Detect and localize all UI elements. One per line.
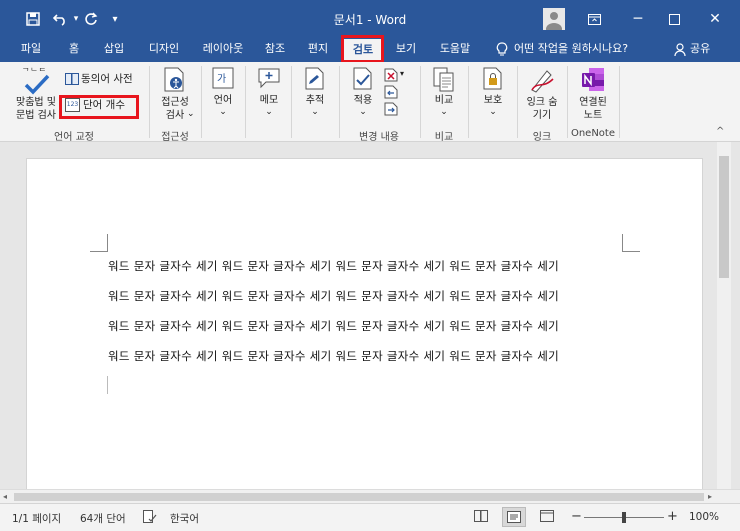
spelling-grammar-button[interactable]: 맞춤법 및 문법 검사 <box>12 64 60 126</box>
linked-notes-label-2: 노트 <box>583 110 603 121</box>
check-accessibility-button[interactable]: 접근성 검사 ⌄ <box>153 64 197 126</box>
onenote-group-label: OneNote <box>570 128 616 139</box>
tab-insert[interactable]: 삽입 <box>96 38 132 62</box>
chevron-down-icon: ⌄ <box>440 107 448 117</box>
word-count-highlight <box>59 95 139 119</box>
thesaurus-label: 동의어 사전 <box>81 73 133 85</box>
next-change-icon[interactable] <box>384 102 398 119</box>
tab-layout[interactable]: 레이아웃 <box>196 38 250 62</box>
group-separator <box>468 66 469 138</box>
text-cursor <box>107 376 108 394</box>
hide-ink-label-1: 잉크 숨 <box>526 97 558 108</box>
document-paragraph[interactable]: 워드 문자 글자수 세기 워드 문자 글자수 세기 워드 문자 글자수 세기 워… <box>108 288 559 304</box>
tab-references[interactable]: 참조 <box>258 38 292 62</box>
close-button[interactable]: ✕ <box>703 7 727 31</box>
comment-icon <box>258 67 280 92</box>
lock-document-icon <box>482 67 504 94</box>
spelling-label-1: 맞춤법 및 <box>16 97 56 108</box>
proofing-group-label: 언어 교정 <box>54 132 94 143</box>
vertical-scroll-thumb[interactable] <box>719 156 729 278</box>
tab-home[interactable]: 홈 <box>60 38 88 62</box>
chevron-down-icon[interactable]: ▾ <box>400 69 404 78</box>
chevron-down-icon: ⌄ <box>311 107 319 117</box>
zoom-slider-thumb[interactable] <box>622 512 626 523</box>
language-button[interactable]: 가 언어 ⌄ <box>206 64 240 126</box>
tab-file[interactable]: 파일 <box>14 38 48 62</box>
track-changes-icon <box>304 67 326 94</box>
hide-ink-button[interactable]: 잉크 숨 기기 <box>520 64 564 126</box>
accept-icon <box>352 67 374 94</box>
chevron-down-icon: ⌄ <box>359 107 367 117</box>
margin-corner-top-right <box>622 234 640 252</box>
onenote-icon <box>581 67 605 96</box>
word-count-status[interactable]: 64개 단어 <box>80 511 126 526</box>
ink-group-label: 잉크 <box>532 132 552 143</box>
compare-button[interactable]: 비교 ⌄ <box>425 64 463 126</box>
share-button[interactable]: 공유 <box>690 38 710 62</box>
maximize-button[interactable] <box>662 7 686 31</box>
vertical-scrollbar[interactable] <box>717 142 731 492</box>
page-count[interactable]: 1/1 페이지 <box>12 511 61 526</box>
zoom-level[interactable]: 100% <box>689 511 719 523</box>
linked-notes-label-1: 연결된 <box>579 97 607 108</box>
ink-pen-icon <box>529 67 555 96</box>
compare-icon <box>433 67 455 96</box>
previous-change-icon[interactable] <box>384 85 398 102</box>
group-separator <box>201 66 202 138</box>
comments-button[interactable]: 메모 ⌄ <box>250 64 288 126</box>
horizontal-scrollbar[interactable]: ◂ ▸ <box>0 489 740 503</box>
avatar[interactable] <box>543 8 565 30</box>
chevron-down-icon: ⌄ <box>489 107 497 117</box>
book-icon <box>65 73 79 88</box>
tab-design[interactable]: 디자인 <box>140 38 188 62</box>
document-paragraph[interactable]: 워드 문자 글자수 세기 워드 문자 글자수 세기 워드 문자 글자수 세기 워… <box>108 348 559 364</box>
title-bar: ▾ ▾ 문서1 - Word ─ ✕ <box>0 0 740 38</box>
zoom-out-button[interactable]: − <box>571 509 582 524</box>
person-icon <box>674 43 686 59</box>
margin-corner-top-left <box>90 234 108 252</box>
proofing-status-icon[interactable] <box>143 510 157 526</box>
web-layout-icon[interactable] <box>540 510 554 525</box>
group-separator <box>245 66 246 138</box>
ribbon-display-options-icon[interactable] <box>582 7 606 31</box>
accessibility-group-label: 접근성 <box>161 132 189 143</box>
tab-help[interactable]: 도움말 <box>432 38 478 62</box>
zoom-in-button[interactable]: + <box>667 509 678 524</box>
language-icon: 가 <box>212 67 234 92</box>
group-separator <box>619 66 620 138</box>
scroll-left-icon[interactable]: ◂ <box>3 492 7 501</box>
spelling-label-2: 문법 검사 <box>16 110 56 121</box>
minimize-button[interactable]: ─ <box>626 7 650 31</box>
svg-text:가: 가 <box>217 73 226 85</box>
chevron-down-icon: ⌄ <box>265 107 273 117</box>
tab-mailings[interactable]: 편지 <box>300 38 336 62</box>
accept-button[interactable]: 적용 ⌄ <box>344 64 382 126</box>
document-paragraph[interactable]: 워드 문자 글자수 세기 워드 문자 글자수 세기 워드 문자 글자수 세기 워… <box>108 258 559 274</box>
collapse-ribbon-icon[interactable]: ^ <box>716 126 724 137</box>
status-bar: 1/1 페이지 64개 단어 한국어 − + 100% <box>0 503 740 531</box>
thesaurus-button[interactable]: 동의어 사전 <box>63 72 143 88</box>
chevron-down-icon: ⌄ <box>187 109 195 119</box>
document-paragraph[interactable]: 워드 문자 글자수 세기 워드 문자 글자수 세기 워드 문자 글자수 세기 워… <box>108 318 559 334</box>
read-mode-icon[interactable] <box>474 510 488 525</box>
review-tab-highlight <box>341 35 384 63</box>
protect-button[interactable]: 보호 ⌄ <box>473 64 513 126</box>
group-separator <box>291 66 292 138</box>
hide-ink-label-2: 기기 <box>532 110 552 121</box>
horizontal-scroll-thumb[interactable] <box>14 493 704 501</box>
accessibility-icon <box>163 67 187 96</box>
reject-icon[interactable] <box>384 68 398 85</box>
ribbon: ᄀᄂᄃ 맞춤법 및 문법 검사 동의어 사전 123 단어 개수 언어 교정 접… <box>0 62 740 143</box>
lightbulb-icon <box>496 42 508 61</box>
tell-me-search[interactable]: 어떤 작업을 원하시나요? <box>514 38 628 62</box>
print-layout-icon[interactable] <box>502 507 526 527</box>
language-status[interactable]: 한국어 <box>170 511 199 526</box>
linked-notes-button[interactable]: 연결된 노트 <box>570 64 616 126</box>
changes-group-label: 변경 내용 <box>359 132 399 143</box>
chevron-down-icon: ⌄ <box>219 107 227 117</box>
compare-group-label: 비교 <box>434 132 454 143</box>
tab-view[interactable]: 보기 <box>388 38 424 62</box>
tracking-button[interactable]: 추적 ⌄ <box>296 64 334 126</box>
scroll-right-icon[interactable]: ▸ <box>708 492 712 501</box>
